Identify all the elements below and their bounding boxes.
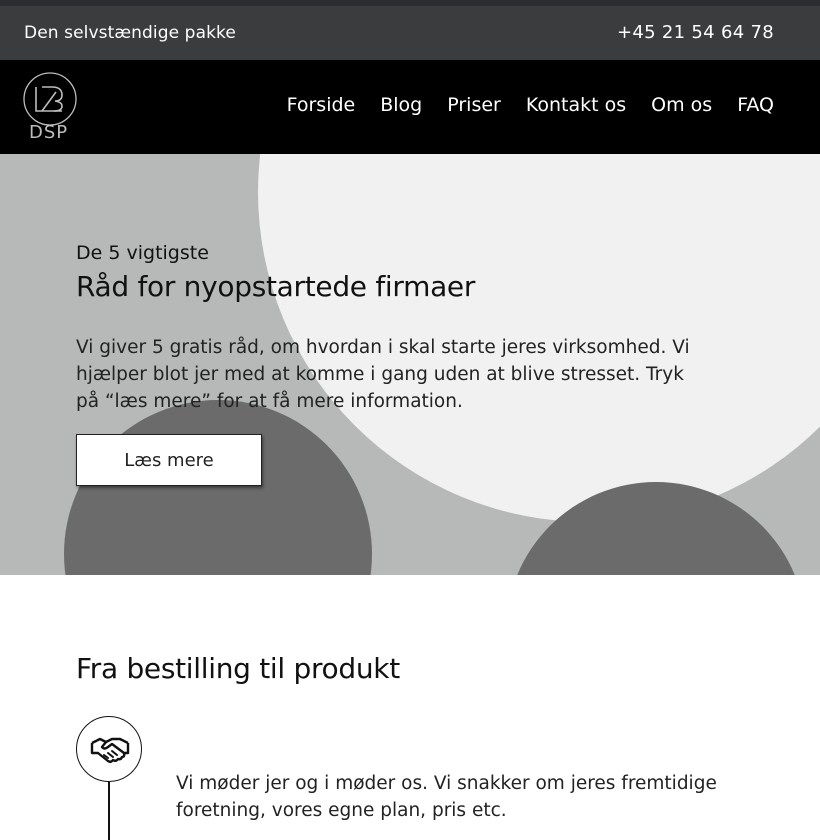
tagline: Den selvstændige pakke — [24, 23, 236, 43]
nav-item-forside[interactable]: Forside — [287, 94, 356, 116]
hero-section: De 5 vigtigste Råd for nyopstartede firm… — [0, 154, 820, 575]
step-1-text: Vi møder jer og i møder os. Vi snakker o… — [176, 773, 717, 821]
nav-item-om-os[interactable]: Om os — [651, 94, 712, 116]
logo-text: DSP — [29, 122, 69, 143]
hero-description: Vi giver 5 gratis råd, om hvordan i skal… — [76, 337, 690, 412]
navbar: DSP Forside Blog Priser Kontakt os Om os… — [0, 60, 820, 154]
phone-link[interactable]: +45 21 54 64 78 — [617, 22, 774, 43]
logo[interactable]: DSP — [22, 70, 80, 146]
hero-eyebrow: De 5 vigtigste — [76, 242, 209, 264]
nav-item-priser[interactable]: Priser — [447, 94, 501, 116]
page: Den selvstændige pakke +45 21 54 64 78 D… — [0, 0, 820, 840]
logo-mark-icon — [23, 72, 77, 126]
handshake-icon — [90, 737, 130, 763]
process-title: Fra bestilling til produkt — [76, 652, 400, 685]
read-more-button[interactable]: Læs mere — [76, 434, 262, 486]
nav-item-kontakt-os[interactable]: Kontakt os — [526, 94, 626, 116]
hero-title: Råd for nyopstartede firmaer — [76, 270, 476, 303]
hero-dark-circle-left — [64, 400, 372, 575]
step-icon-circle — [76, 716, 142, 782]
top-info-bar: Den selvstændige pakke +45 21 54 64 78 — [0, 6, 820, 60]
nav-item-faq[interactable]: FAQ — [737, 94, 774, 116]
nav-item-blog[interactable]: Blog — [380, 94, 422, 116]
timeline-line — [108, 782, 110, 840]
main-nav: Forside Blog Priser Kontakt os Om os FAQ — [287, 94, 774, 116]
